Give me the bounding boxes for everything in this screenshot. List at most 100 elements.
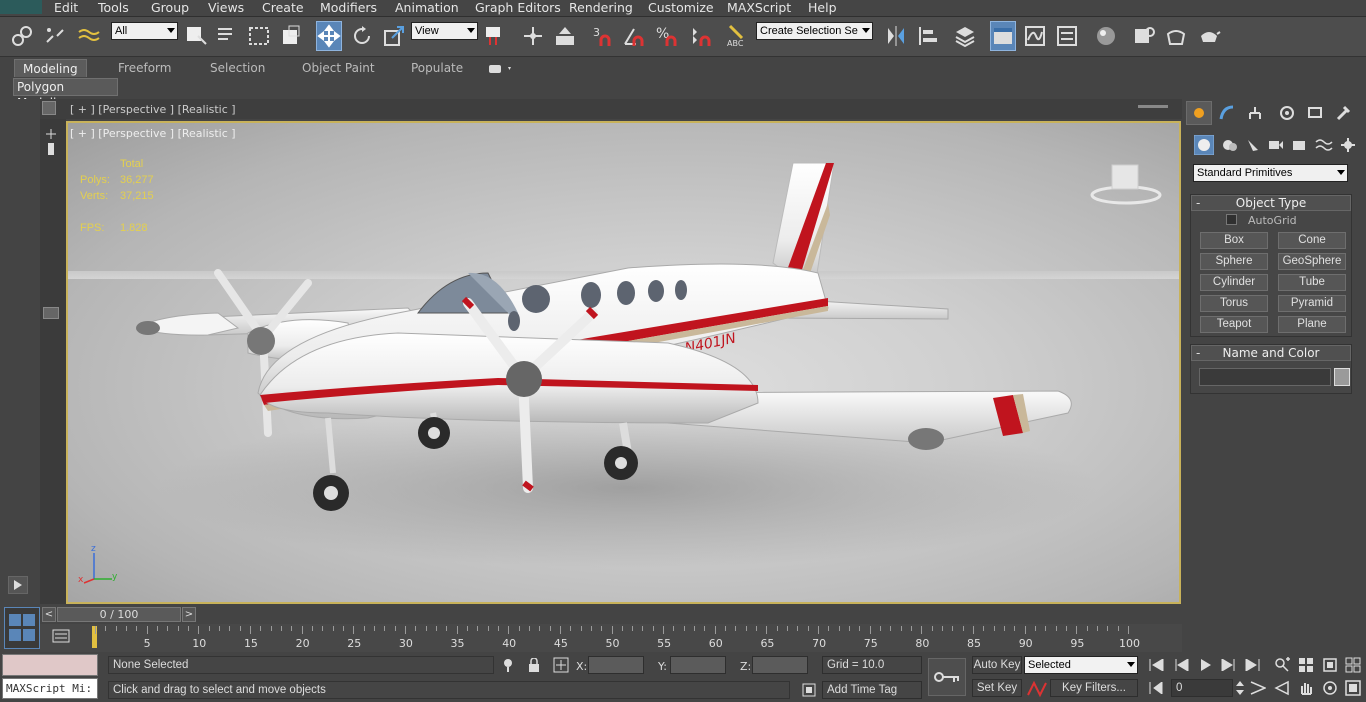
tube-button[interactable]: Tube	[1278, 274, 1346, 291]
mirror-icon[interactable]	[883, 21, 909, 51]
named-selection-sets-dropdown[interactable]: Create Selection Se	[756, 22, 873, 40]
time-slider[interactable]: 0 / 100	[57, 607, 181, 622]
object-color-swatch[interactable]	[1334, 368, 1350, 386]
viewport-config-icon[interactable]	[42, 101, 56, 115]
current-frame-field[interactable]: 0	[1171, 679, 1233, 697]
orbit-icon[interactable]	[1320, 679, 1340, 697]
absolute-transform-icon[interactable]	[553, 657, 569, 673]
lights-category-icon[interactable]	[1245, 137, 1261, 156]
go-to-start-icon[interactable]	[1146, 656, 1166, 674]
box-button[interactable]: Box	[1200, 232, 1268, 249]
select-by-name-icon[interactable]	[214, 21, 240, 51]
render-production-icon[interactable]	[1196, 21, 1222, 51]
x-coord-field[interactable]	[588, 656, 644, 674]
snaps-toggle-icon[interactable]: 3	[590, 21, 616, 51]
cone-button[interactable]: Cone	[1278, 232, 1346, 249]
bind-spacewarp-icon[interactable]	[76, 21, 102, 51]
viewport-minimize-icon[interactable]	[1138, 105, 1168, 108]
shapes-category-icon[interactable]	[1222, 137, 1238, 156]
cylinder-button[interactable]: Cylinder	[1200, 274, 1268, 291]
polygon-modeling-panel[interactable]: Polygon Modeling	[13, 78, 118, 110]
play-icon[interactable]	[1196, 656, 1216, 674]
selection-lock-icon[interactable]	[528, 657, 540, 672]
ribbon-tab-selection[interactable]: Selection	[210, 59, 265, 77]
viewport-navigation-icon[interactable]	[45, 129, 57, 157]
viewport-scroll-handle[interactable]	[43, 307, 59, 319]
zoom-icon[interactable]	[1272, 656, 1292, 674]
time-next-button[interactable]: >	[182, 607, 196, 622]
utilities-tab-icon[interactable]	[1330, 101, 1356, 125]
menu-customize[interactable]: Customize	[648, 0, 714, 17]
render-setup-icon[interactable]	[1131, 21, 1157, 51]
mini-curve-editor-icon[interactable]	[52, 628, 70, 644]
previous-frame-icon[interactable]	[1172, 656, 1192, 674]
edit-named-selection-icon[interactable]: ABC	[723, 21, 749, 51]
key-tangent-icon[interactable]	[1026, 679, 1048, 699]
menu-modifiers[interactable]: Modifiers	[320, 0, 377, 17]
reference-coordinate-dropdown[interactable]: View	[411, 22, 478, 40]
pivot-center-icon[interactable]	[481, 21, 507, 51]
teapot-button[interactable]: Teapot	[1200, 316, 1268, 333]
rendered-frame-window-icon[interactable]	[1163, 21, 1189, 51]
material-editor-icon[interactable]	[1093, 21, 1119, 51]
modify-tab-icon[interactable]	[1214, 101, 1240, 125]
menu-maxscript[interactable]: MAXScript	[727, 0, 791, 17]
select-manipulate-icon[interactable]	[520, 21, 546, 51]
geometry-category-icon[interactable]	[1193, 134, 1215, 158]
autogrid-checkbox[interactable]	[1226, 214, 1237, 225]
systems-category-icon[interactable]	[1340, 137, 1356, 156]
object-type-header[interactable]: - Object Type	[1191, 195, 1351, 211]
pyramid-button[interactable]: Pyramid	[1278, 295, 1346, 312]
sphere-button[interactable]: Sphere	[1200, 253, 1268, 270]
helpers-category-icon[interactable]	[1291, 137, 1307, 156]
name-and-color-header[interactable]: - Name and Color	[1191, 345, 1351, 361]
expand-arrow-icon[interactable]	[8, 576, 28, 594]
next-frame-icon[interactable]	[1218, 656, 1238, 674]
layer-explorer-icon[interactable]	[952, 21, 978, 51]
set-key-mode-icon[interactable]	[928, 658, 966, 696]
z-coord-field[interactable]	[752, 656, 808, 674]
perspective-viewport[interactable]: [ + ] [Perspective ] [Realistic ] Total …	[66, 121, 1181, 604]
align-icon[interactable]	[915, 21, 941, 51]
zoom-extents-icon[interactable]	[1320, 656, 1340, 674]
schematic-view-icon[interactable]	[1054, 21, 1080, 51]
menu-group[interactable]: Group	[151, 0, 189, 17]
toggle-scene-explorer-icon[interactable]	[990, 21, 1016, 51]
menu-graph-editors[interactable]: Graph Editors	[475, 0, 561, 17]
maxscript-mini-listener[interactable]: MAXScript Mi:	[2, 678, 98, 699]
ribbon-tab-modeling[interactable]: Modeling	[14, 59, 87, 77]
window-crossing-icon[interactable]	[278, 21, 304, 51]
keyboard-shortcut-override-icon[interactable]	[552, 21, 578, 51]
select-and-scale-icon[interactable]	[381, 21, 407, 51]
link-icon[interactable]	[9, 21, 35, 51]
auto-key-button[interactable]: Auto Key	[972, 656, 1022, 674]
ribbon-options-icon[interactable]	[489, 63, 513, 73]
airplane-model[interactable]: N401JN	[68, 123, 1179, 602]
geosphere-button[interactable]: GeoSphere	[1278, 253, 1346, 270]
key-filters-button[interactable]: Key Filters...	[1050, 679, 1138, 697]
key-mode-toggle-icon[interactable]	[1146, 679, 1166, 697]
cameras-category-icon[interactable]	[1268, 137, 1284, 156]
select-and-move-icon[interactable]	[316, 21, 342, 51]
torus-button[interactable]: Torus	[1200, 295, 1268, 312]
go-to-end-icon[interactable]	[1243, 656, 1263, 674]
zoom-extents-all-icon[interactable]	[1343, 656, 1363, 674]
spinner-snap-icon[interactable]	[688, 21, 714, 51]
menu-create[interactable]: Create	[262, 0, 304, 17]
y-coord-field[interactable]	[670, 656, 726, 674]
time-prev-button[interactable]: <	[42, 607, 56, 622]
add-time-tag-button[interactable]: Add Time Tag	[822, 681, 922, 699]
curve-editor-icon[interactable]	[1022, 21, 1048, 51]
pan-view-icon[interactable]	[1296, 679, 1316, 697]
maximize-viewport-icon[interactable]	[1343, 679, 1363, 697]
ribbon-tab-populate[interactable]: Populate	[411, 59, 463, 77]
time-configuration-icon[interactable]	[1248, 679, 1268, 697]
spacewarps-category-icon[interactable]	[1315, 137, 1333, 156]
menu-views[interactable]: Views	[208, 0, 244, 17]
menu-edit[interactable]: Edit	[54, 0, 78, 17]
key-selection-dropdown[interactable]: Selected	[1024, 656, 1138, 674]
maxscript-listener-top[interactable]	[2, 654, 98, 676]
viewport-header-label[interactable]: [ + ] [Perspective ] [Realistic ]	[70, 103, 236, 116]
object-name-field[interactable]	[1199, 368, 1331, 386]
menu-tools[interactable]: Tools	[98, 0, 129, 17]
